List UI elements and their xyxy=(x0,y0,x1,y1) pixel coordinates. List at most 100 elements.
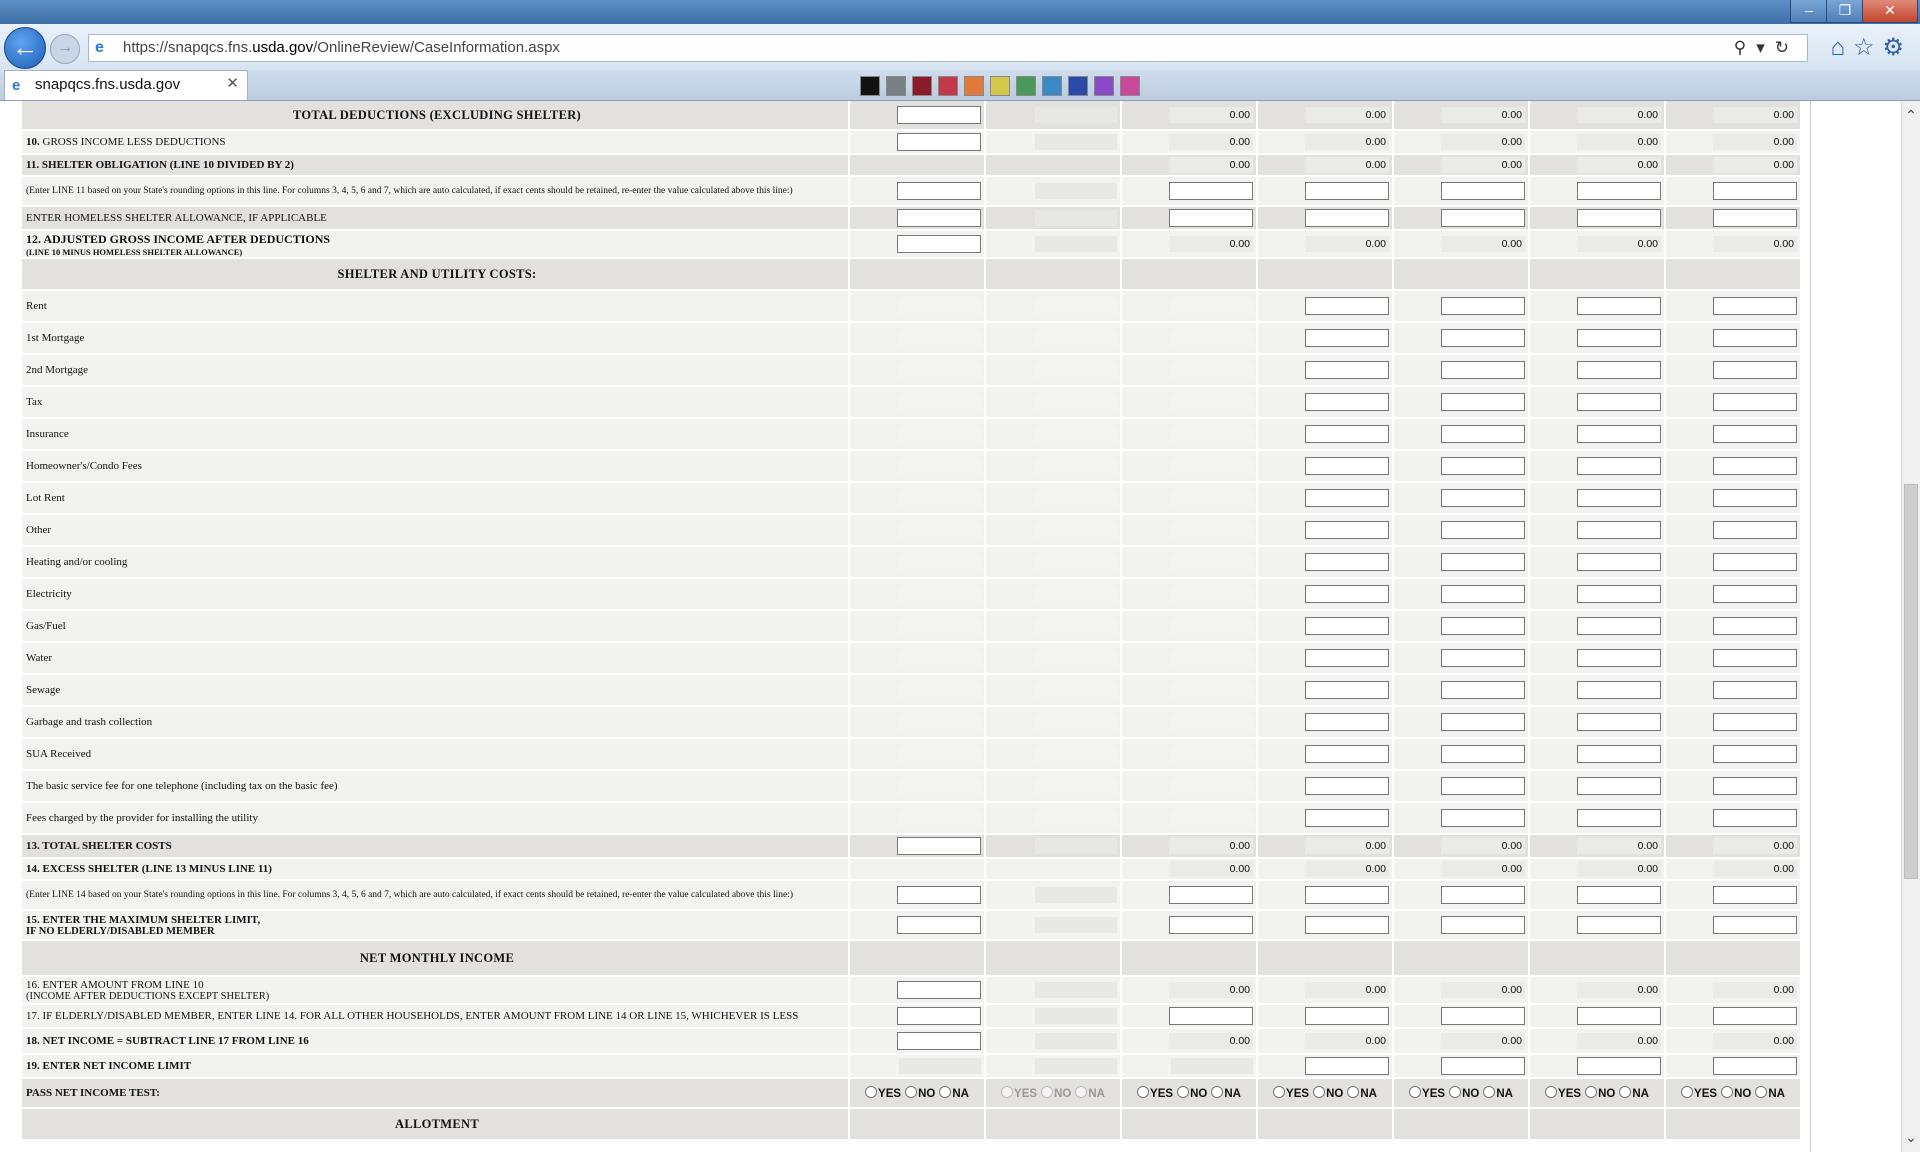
amount-input[interactable] xyxy=(1305,886,1389,904)
minimize-button[interactable]: – xyxy=(1790,0,1828,23)
amount-input[interactable] xyxy=(1713,649,1797,667)
amount-input[interactable] xyxy=(1713,329,1797,347)
amount-input[interactable] xyxy=(1305,329,1389,347)
amount-input[interactable] xyxy=(897,209,981,227)
amount-input[interactable] xyxy=(1713,916,1797,934)
back-arrow-icon[interactable]: ← xyxy=(4,27,46,69)
amount-input[interactable] xyxy=(1713,361,1797,379)
amount-input[interactable] xyxy=(1713,745,1797,763)
vertical-scrollbar[interactable]: ⌃ ⌄ xyxy=(1901,101,1920,1152)
amount-input[interactable] xyxy=(897,837,981,855)
amount-input[interactable] xyxy=(1305,297,1389,315)
amount-input[interactable] xyxy=(1169,916,1253,934)
amount-input[interactable] xyxy=(1577,393,1661,411)
amount-input[interactable] xyxy=(1305,681,1389,699)
amount-input[interactable] xyxy=(1577,777,1661,795)
radio-no[interactable] xyxy=(905,1086,918,1098)
radio-no[interactable] xyxy=(1585,1086,1598,1098)
amount-input[interactable] xyxy=(1577,457,1661,475)
amount-input[interactable] xyxy=(897,133,981,151)
amount-input[interactable] xyxy=(1169,886,1253,904)
amount-input[interactable] xyxy=(1441,745,1525,763)
amount-input[interactable] xyxy=(1713,585,1797,603)
amount-input[interactable] xyxy=(1169,1007,1253,1025)
amount-input[interactable] xyxy=(1441,1057,1525,1075)
restore-button[interactable]: ❐ xyxy=(1826,0,1864,23)
radio-yes[interactable] xyxy=(1273,1086,1286,1098)
amount-input[interactable] xyxy=(1305,713,1389,731)
radio-na[interactable] xyxy=(1211,1086,1224,1098)
amount-input[interactable] xyxy=(1441,681,1525,699)
radio-na[interactable] xyxy=(1755,1086,1768,1098)
scroll-thumb[interactable] xyxy=(1904,484,1918,879)
address-bar-tools[interactable]: ⚲▾↻ xyxy=(1734,37,1799,59)
amount-input[interactable] xyxy=(1577,329,1661,347)
amount-input[interactable] xyxy=(1169,182,1253,200)
amount-input[interactable] xyxy=(1713,1057,1797,1075)
home-icon[interactable]: ⌂ xyxy=(1830,34,1853,61)
settings-gear-icon[interactable]: ⚙ xyxy=(1882,34,1912,61)
close-window-button[interactable]: ✕ xyxy=(1862,0,1918,23)
amount-input[interactable] xyxy=(1713,713,1797,731)
amount-input[interactable] xyxy=(1305,209,1389,227)
amount-input[interactable] xyxy=(1713,457,1797,475)
tab-snapqcs[interactable]: e snapqcs.fns.usda.gov ✕ xyxy=(4,70,248,100)
radio-no[interactable] xyxy=(1449,1086,1462,1098)
amount-input[interactable] xyxy=(1441,361,1525,379)
amount-input[interactable] xyxy=(1713,886,1797,904)
radio-na[interactable] xyxy=(939,1086,952,1098)
amount-input[interactable] xyxy=(1577,209,1661,227)
amount-input[interactable] xyxy=(1441,521,1525,539)
amount-input[interactable] xyxy=(1713,809,1797,827)
amount-input[interactable] xyxy=(1577,361,1661,379)
amount-input[interactable] xyxy=(1441,713,1525,731)
amount-input[interactable] xyxy=(1577,297,1661,315)
amount-input[interactable] xyxy=(1305,745,1389,763)
radio-yes[interactable] xyxy=(865,1086,878,1098)
amount-input[interactable] xyxy=(1577,809,1661,827)
amount-input[interactable] xyxy=(1305,617,1389,635)
amount-input[interactable] xyxy=(1713,182,1797,200)
amount-input[interactable] xyxy=(1441,457,1525,475)
amount-input[interactable] xyxy=(897,981,981,999)
amount-input[interactable] xyxy=(1305,393,1389,411)
amount-input[interactable] xyxy=(1577,745,1661,763)
radio-na[interactable] xyxy=(1619,1086,1632,1098)
amount-input[interactable] xyxy=(1441,617,1525,635)
radio-na[interactable] xyxy=(1347,1086,1360,1098)
radio-na[interactable] xyxy=(1483,1086,1496,1098)
amount-input[interactable] xyxy=(1577,886,1661,904)
amount-input[interactable] xyxy=(1441,393,1525,411)
amount-input[interactable] xyxy=(1577,489,1661,507)
amount-input[interactable] xyxy=(1305,916,1389,934)
amount-input[interactable] xyxy=(1713,553,1797,571)
forward-arrow-icon[interactable]: → xyxy=(50,34,80,64)
amount-input[interactable] xyxy=(1305,489,1389,507)
dropdown-icon[interactable]: ▾ xyxy=(1756,38,1775,57)
favorites-star-icon[interactable]: ☆ xyxy=(1853,34,1883,61)
amount-input[interactable] xyxy=(897,886,981,904)
radio-yes[interactable] xyxy=(1545,1086,1558,1098)
amount-input[interactable] xyxy=(1441,489,1525,507)
amount-input[interactable] xyxy=(1713,521,1797,539)
amount-input[interactable] xyxy=(1305,182,1389,200)
amount-input[interactable] xyxy=(1305,649,1389,667)
amount-input[interactable] xyxy=(1577,713,1661,731)
radio-no[interactable] xyxy=(1313,1086,1326,1098)
amount-input[interactable] xyxy=(1577,1057,1661,1075)
amount-input[interactable] xyxy=(1577,1007,1661,1025)
amount-input[interactable] xyxy=(1577,553,1661,571)
amount-input[interactable] xyxy=(1577,425,1661,443)
amount-input[interactable] xyxy=(897,235,981,253)
amount-input[interactable] xyxy=(1441,425,1525,443)
refresh-icon[interactable]: ↻ xyxy=(1775,38,1799,57)
amount-input[interactable] xyxy=(1441,777,1525,795)
amount-input[interactable] xyxy=(1577,182,1661,200)
amount-input[interactable] xyxy=(1713,489,1797,507)
amount-input[interactable] xyxy=(1713,617,1797,635)
amount-input[interactable] xyxy=(1441,585,1525,603)
amount-input[interactable] xyxy=(1441,809,1525,827)
scroll-up-icon[interactable]: ⌃ xyxy=(1902,107,1920,124)
amount-input[interactable] xyxy=(897,182,981,200)
amount-input[interactable] xyxy=(1441,1007,1525,1025)
